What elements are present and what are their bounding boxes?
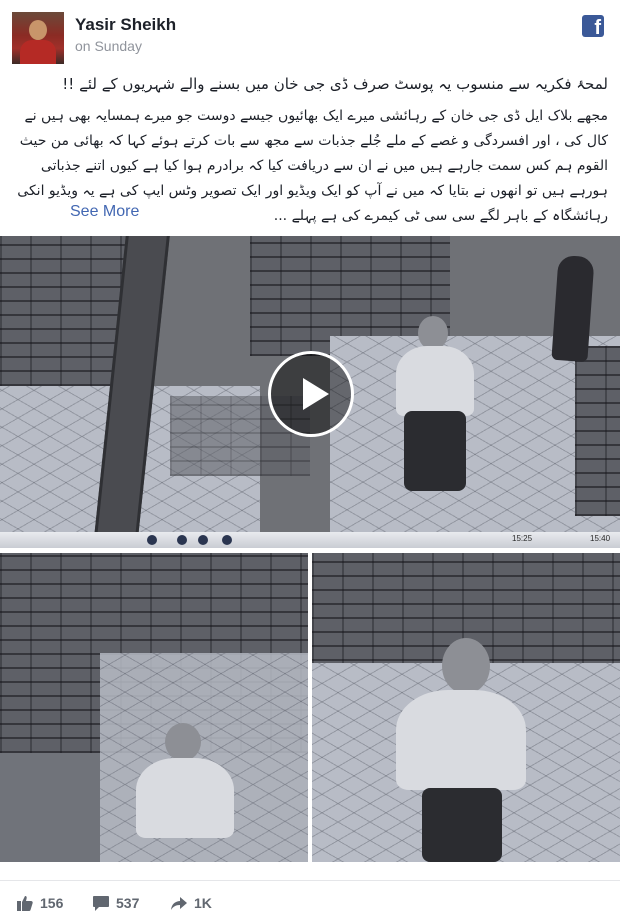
post-title: لمحۂ فکریہ سے منسوب یہ پوسٹ صرف ڈی جی خا… xyxy=(62,75,608,93)
comments-stat[interactable]: 537 xyxy=(92,894,152,914)
photo-rider xyxy=(382,638,542,862)
facebook-icon[interactable]: f xyxy=(582,15,604,37)
pedestrian-figure xyxy=(551,254,595,363)
comments-count: 537 xyxy=(116,895,140,911)
photo-rider-head xyxy=(165,723,201,761)
shares-stat[interactable]: 1K xyxy=(170,894,230,914)
share-icon xyxy=(171,897,187,910)
photo-rider xyxy=(130,723,240,862)
play-triangle-icon xyxy=(303,378,329,410)
taskbar-button xyxy=(198,535,208,545)
cctv-time-right: 15:40 xyxy=(590,534,611,543)
facebook-post: Yasir Sheikh on Sunday f لمحۂ فکریہ سے م… xyxy=(0,0,620,924)
see-more-link[interactable]: See More xyxy=(70,203,139,221)
rider-head xyxy=(418,316,448,350)
rider-torso xyxy=(396,346,474,416)
taskbar-button xyxy=(222,535,232,545)
cctv-taskbar: 15:25 15:40 xyxy=(0,532,620,548)
photo-rider-torso xyxy=(136,758,234,838)
motorbike-rider xyxy=(390,316,480,506)
photo-rider-head xyxy=(442,638,490,694)
taskbar-button xyxy=(147,535,157,545)
post-timestamp[interactable]: on Sunday xyxy=(75,38,142,54)
photo-motorbike xyxy=(422,788,502,862)
likes-count: 156 xyxy=(40,895,64,911)
author-name[interactable]: Yasir Sheikh xyxy=(75,15,176,35)
taskbar-button xyxy=(177,535,187,545)
cctv-time-left: 15:25 xyxy=(512,534,533,543)
avatar-shirt xyxy=(20,40,56,64)
motorbike xyxy=(404,411,466,491)
comment-icon xyxy=(93,896,109,911)
shares-count: 1K xyxy=(194,895,212,911)
like-icon xyxy=(17,896,33,911)
footer-divider xyxy=(0,880,620,881)
cctv-photo-right[interactable] xyxy=(312,553,620,862)
cctv-photo-left[interactable] xyxy=(0,553,308,862)
avatar-face xyxy=(29,20,47,40)
play-icon[interactable] xyxy=(268,351,354,437)
brick-wall-right xyxy=(575,346,620,516)
likes-stat[interactable]: 156 xyxy=(16,894,76,914)
photo-rider-torso xyxy=(396,690,526,790)
author-avatar[interactable] xyxy=(12,12,64,64)
